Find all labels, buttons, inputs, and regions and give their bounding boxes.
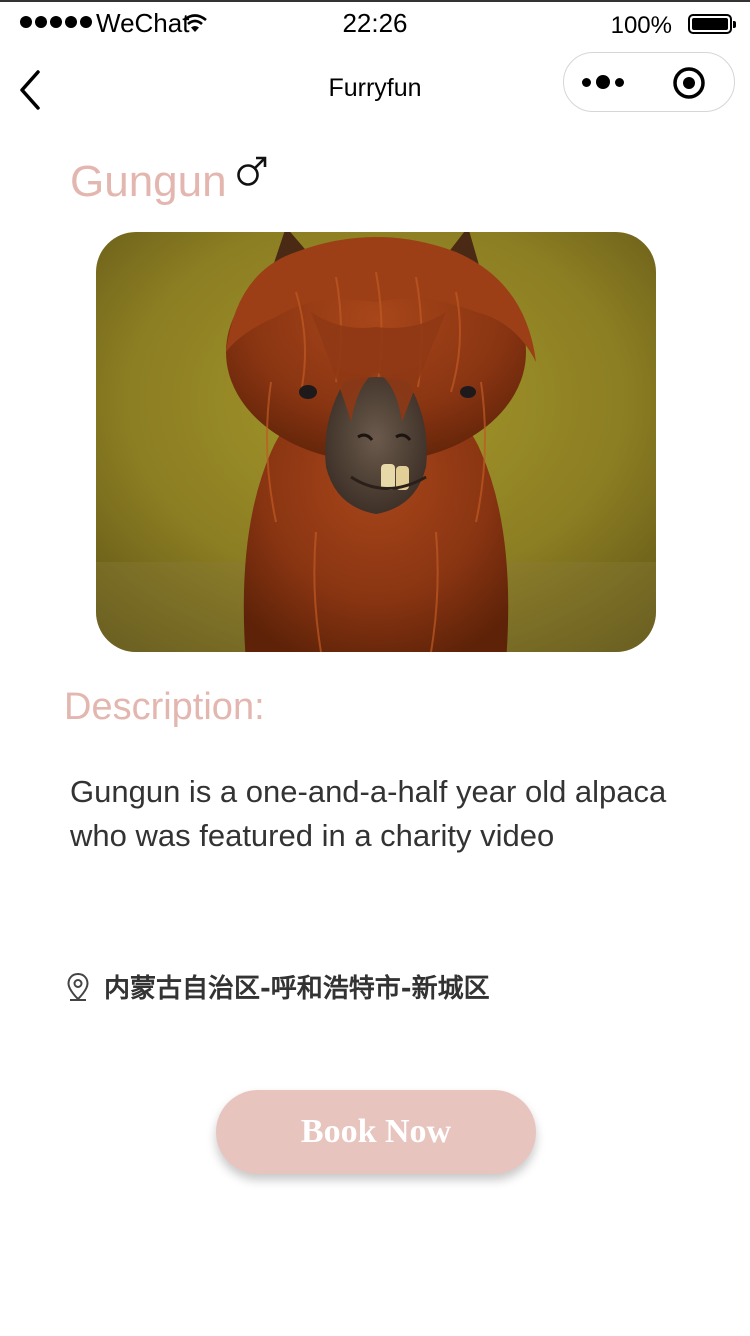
location-row: 内蒙古自治区-呼和浩特市-新城区 — [66, 968, 490, 1005]
male-symbol-icon — [236, 156, 266, 186]
target-circle-icon — [673, 67, 705, 99]
pet-name-row: Gungun — [70, 152, 269, 212]
description-text: Gungun is a one-and-a-half year old alpa… — [70, 774, 667, 853]
more-dots-icon — [582, 77, 591, 87]
pet-name: Gungun — [70, 157, 227, 206]
close-mini-program-button[interactable] — [672, 66, 706, 100]
mini-program-capsule — [563, 52, 735, 112]
battery-percentage: 100% — [610, 12, 672, 39]
more-options-button[interactable] — [582, 65, 634, 99]
location-pin-icon — [67, 972, 89, 1001]
battery-icon — [688, 14, 736, 34]
pet-detail-page: WeChat 22:26 100% Furryfun Gungun Descri… — [0, 0, 750, 1336]
alpaca-photo — [96, 232, 656, 652]
book-now-button[interactable]: Book Now — [216, 1090, 536, 1174]
location-text: 内蒙古自治区-呼和浩特市-新城区 — [104, 974, 490, 1004]
description-heading: Description: — [64, 686, 265, 728]
pet-photo — [96, 232, 656, 652]
navigation-bar: Furryfun — [0, 48, 750, 132]
status-bar: WeChat 22:26 100% — [0, 2, 750, 48]
